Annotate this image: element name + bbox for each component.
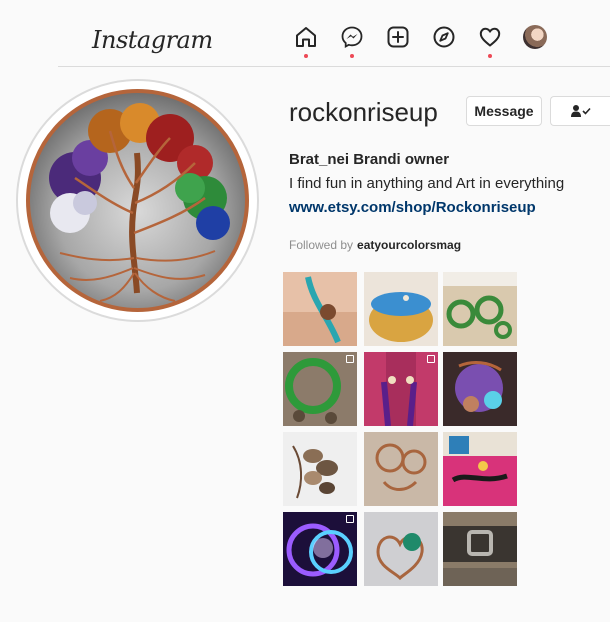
multiple-images-icon	[346, 515, 354, 523]
header-divider	[58, 66, 610, 67]
profile-website-link[interactable]: www.etsy.com/shop/Rockonriseup	[289, 199, 536, 216]
profile-full-name: Brat_nei Brandi owner	[289, 151, 450, 168]
post-thumbnail[interactable]	[364, 432, 438, 506]
post-thumbnail[interactable]	[364, 352, 438, 426]
profile-picture-ring[interactable]	[16, 79, 259, 322]
messenger-notification-dot	[350, 54, 354, 58]
tree-of-life-pendant-image	[49, 103, 230, 302]
post-thumbnail[interactable]	[443, 512, 517, 586]
messenger-icon[interactable]	[339, 24, 365, 50]
message-button[interactable]: Message	[466, 96, 542, 126]
post-thumbnail[interactable]	[283, 512, 357, 586]
home-icon[interactable]	[293, 24, 319, 50]
home-notification-dot	[304, 54, 308, 58]
followed-by-text: Followed by eatyourcolorsmag	[289, 238, 461, 252]
multiple-images-icon	[346, 355, 354, 363]
post-thumbnail[interactable]	[364, 272, 438, 346]
user-check-icon	[570, 105, 591, 117]
post-thumbnail[interactable]	[443, 272, 517, 346]
profile-username: rockonriseup	[289, 97, 438, 127]
followed-by-label: Followed by	[289, 238, 354, 252]
following-dropdown-button[interactable]	[550, 96, 610, 126]
activity-heart-icon[interactable]	[477, 24, 503, 50]
profile-picture[interactable]	[26, 89, 249, 312]
instagram-logo[interactable]: Instagram	[92, 26, 213, 54]
explore-icon[interactable]	[431, 24, 457, 50]
activity-notification-dot	[488, 54, 492, 58]
new-post-icon[interactable]	[385, 24, 411, 50]
post-thumbnail[interactable]	[283, 352, 357, 426]
profile-bio: I find fun in anything and Art in everyt…	[289, 175, 565, 192]
post-thumbnail[interactable]	[283, 272, 357, 346]
followed-by-user-link[interactable]: eatyourcolorsmag	[357, 238, 461, 252]
profile-avatar[interactable]	[523, 25, 547, 49]
post-thumbnail[interactable]	[443, 432, 517, 506]
top-navigation-bar: Instagram	[0, 0, 610, 66]
post-thumbnail[interactable]	[283, 432, 357, 506]
post-thumbnail[interactable]	[443, 352, 517, 426]
multiple-images-icon	[427, 355, 435, 363]
post-thumbnail[interactable]	[364, 512, 438, 586]
